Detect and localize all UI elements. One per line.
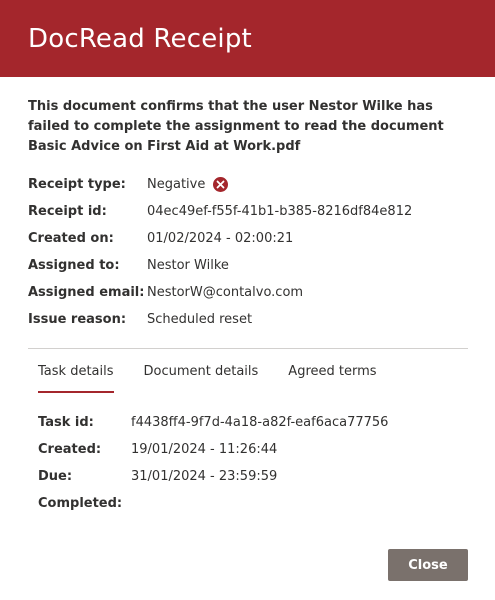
task-completed-label: Completed: [38,496,123,511]
task-created-label: Created: [38,442,102,457]
receipt-id-label: Receipt id: [28,204,107,219]
dialog-footer: Close [388,549,468,581]
section-divider [28,348,468,349]
assigned-email-value: NestorW@contalvo.com [147,285,304,300]
task-id-row: Task id: f4438ff4-9f7d-4a18-a82f-eaf6aca… [38,409,467,436]
dialog-title: DocRead Receipt [28,23,252,54]
task-details-panel: Task id: f4438ff4-9f7d-4a18-a82f-eaf6aca… [28,409,467,517]
intro-text: This document confirms that the user Nes… [28,99,444,154]
task-due-value: 31/01/2024 - 23:59:59 [131,469,278,484]
task-created-row: Created: 19/01/2024 - 11:26:44 [38,436,467,463]
issue-reason-label: Issue reason: [28,312,127,327]
receipt-dialog: DocRead Receipt This document confirms t… [0,0,495,600]
close-button[interactable]: Close [388,549,468,581]
assigned-to-row: Assigned to: Nestor Wilke [28,252,467,279]
assigned-email-row: Assigned email: NestorW@contalvo.com [28,279,467,306]
issue-reason-row: Issue reason: Scheduled reset [28,306,467,333]
assigned-to-value: Nestor Wilke [147,258,229,273]
task-due-row: Due: 31/01/2024 - 23:59:59 [38,463,467,490]
task-due-label: Due: [38,469,73,484]
receipt-type-label: Receipt type: [28,177,126,192]
created-on-row: Created on: 01/02/2024 - 02:00:21 [28,225,467,252]
assigned-email-label: Assigned email: [28,285,145,300]
task-created-value: 19/01/2024 - 11:26:44 [131,442,278,457]
issue-reason-value: Scheduled reset [147,312,253,327]
task-id-value: f4438ff4-9f7d-4a18-a82f-eaf6aca77756 [131,415,389,430]
receipt-type-value-wrap: Negative [147,177,229,192]
x-glyph [216,180,225,189]
receipt-meta: Receipt type: Negative Receipt id: 04ec4… [28,171,467,333]
dialog-header: DocRead Receipt [0,0,495,77]
tab-document-details[interactable]: Document details [144,357,259,393]
created-on-value: 01/02/2024 - 02:00:21 [147,231,294,246]
dialog-body: This document confirms that the user Nes… [0,77,495,517]
receipt-id-row: Receipt id: 04ec49ef-f55f-41b1-b385-8216… [28,198,467,225]
task-completed-row: Completed: [38,490,467,517]
details-tabs: Task details Document details Agreed ter… [28,357,467,393]
tab-task-details[interactable]: Task details [38,357,114,393]
tab-agreed-terms[interactable]: Agreed terms [288,357,376,393]
receipt-id-value: 04ec49ef-f55f-41b1-b385-8216df84e812 [147,204,413,219]
x-circle-icon [213,177,229,192]
assigned-to-label: Assigned to: [28,258,120,273]
receipt-type-value: Negative [147,177,206,192]
task-id-label: Task id: [38,415,94,430]
created-on-label: Created on: [28,231,114,246]
receipt-type-row: Receipt type: Negative [28,171,467,198]
